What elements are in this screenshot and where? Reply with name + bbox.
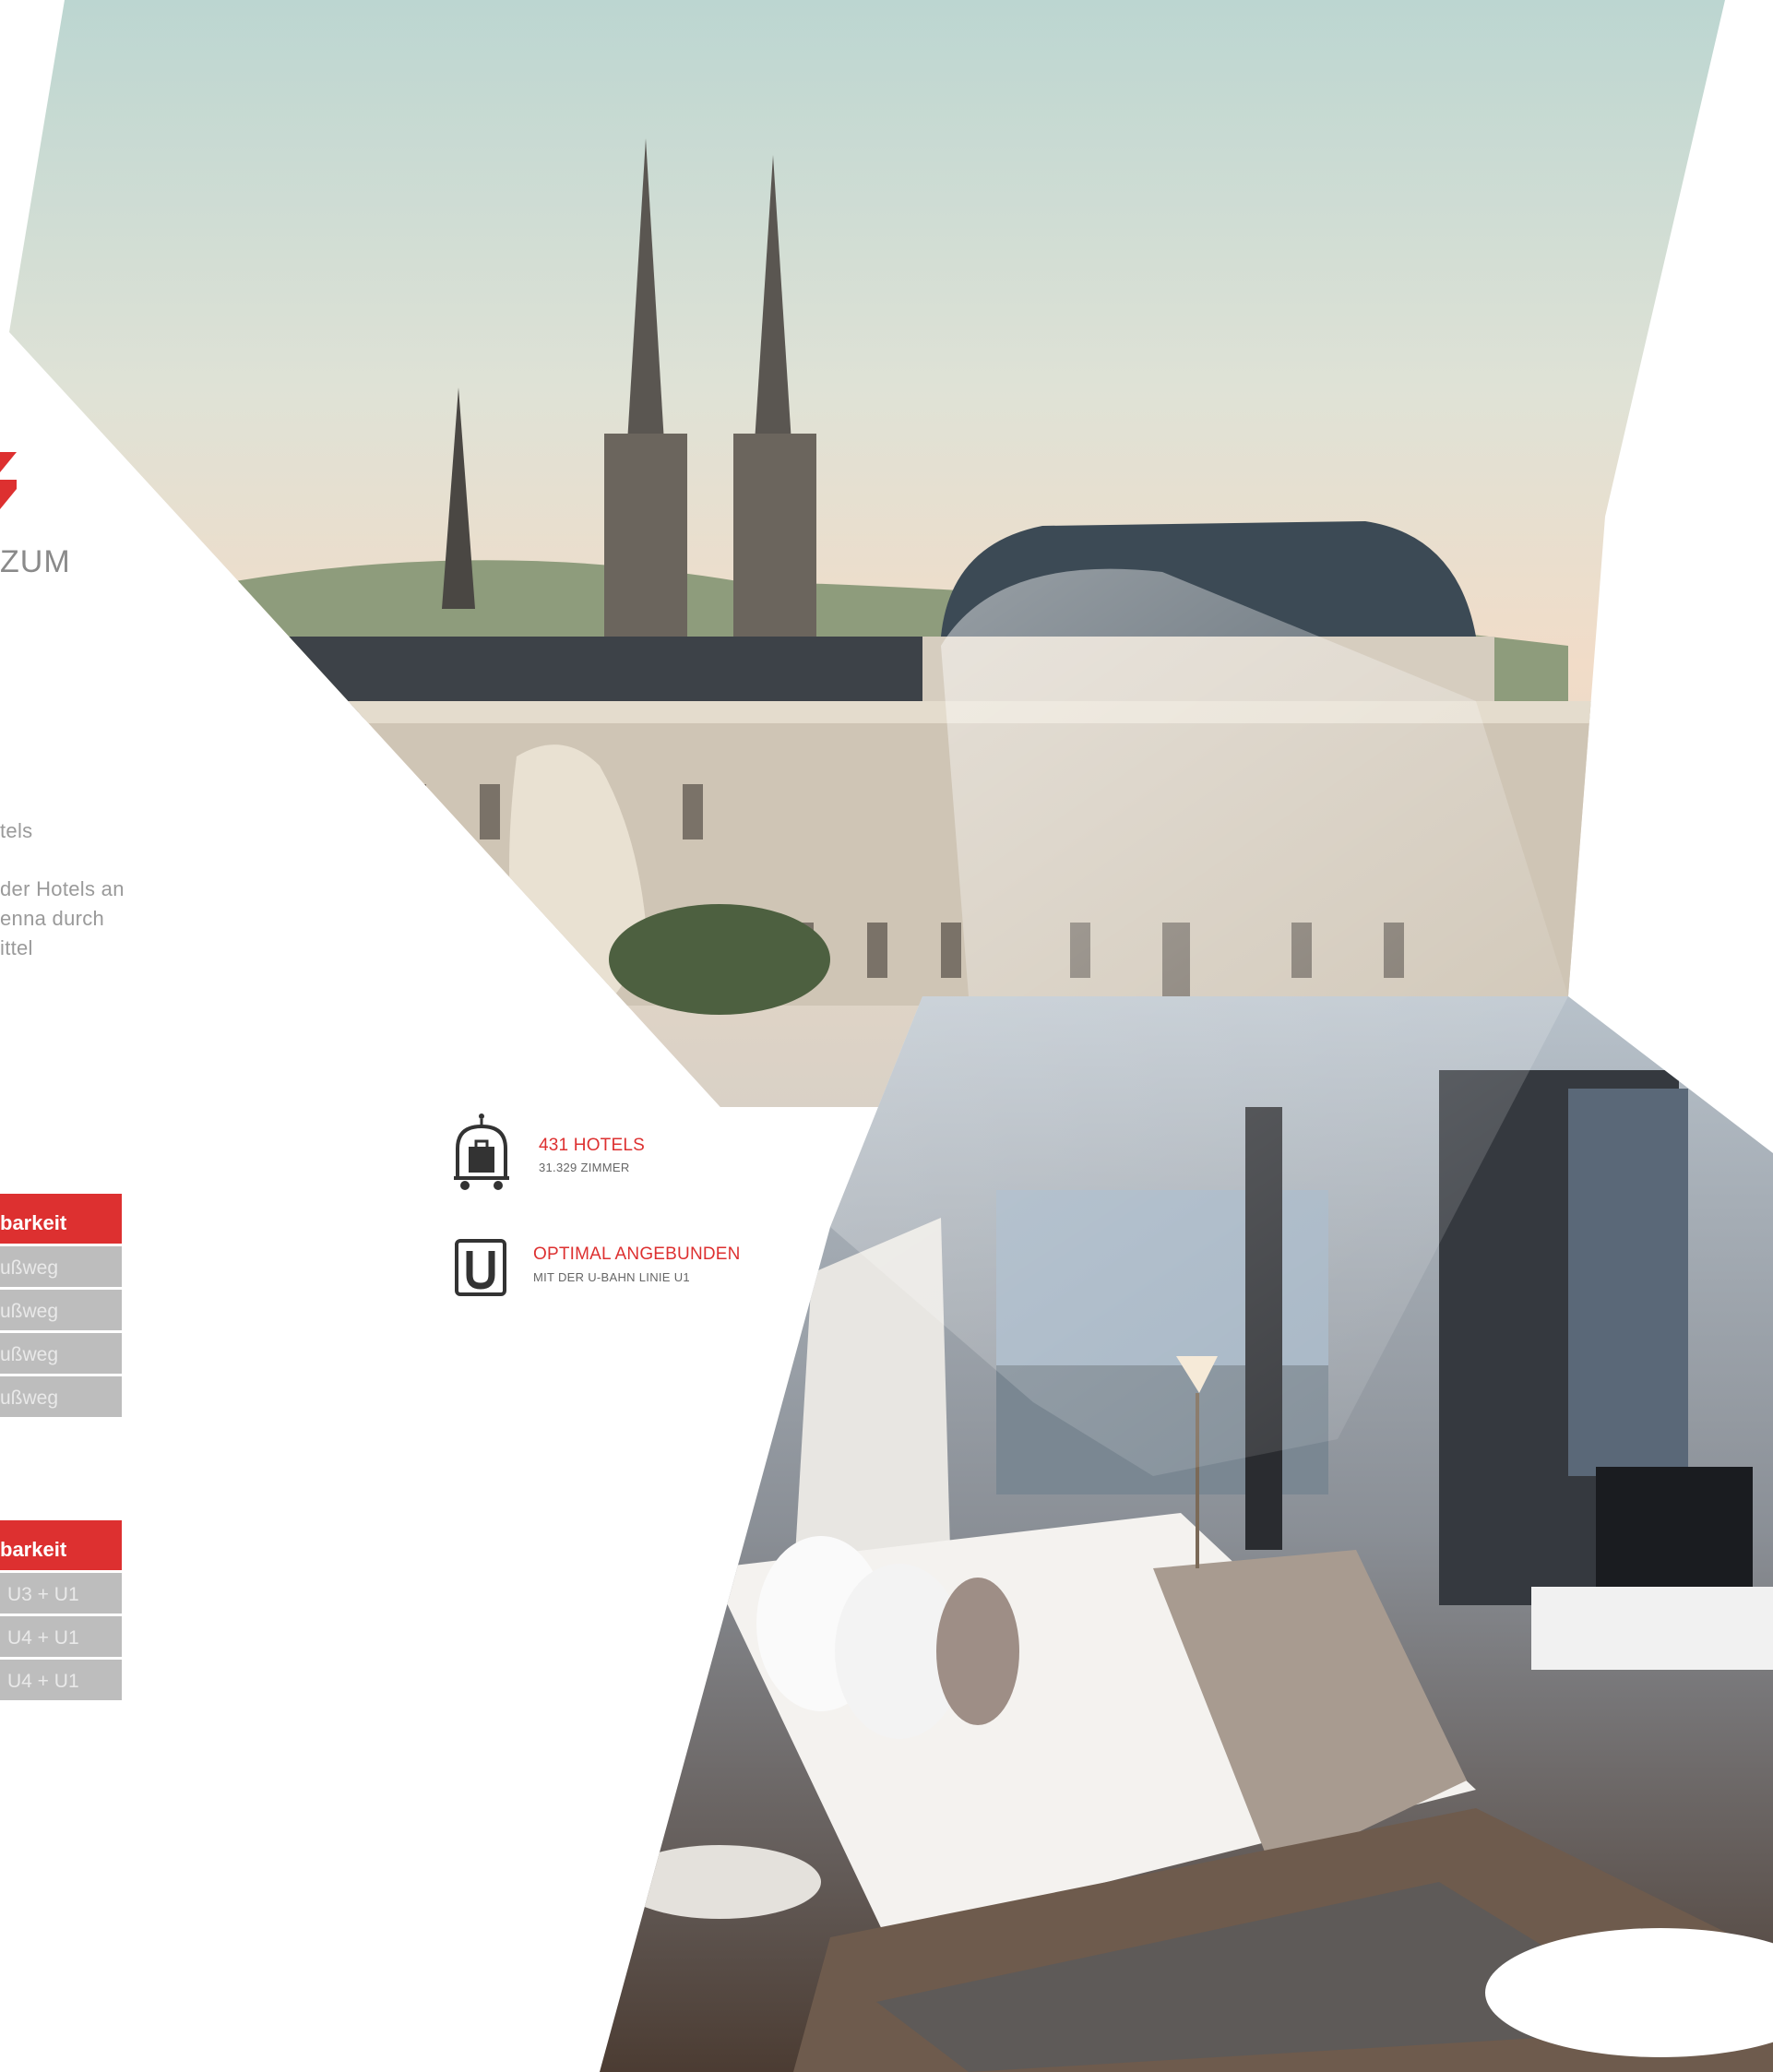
intro-line-4: ittel: [0, 936, 33, 959]
logo-mark-fragment: [0, 452, 17, 509]
table-row: ußweg: [0, 1290, 122, 1330]
table-row: U4 + U1: [0, 1660, 122, 1700]
table-row: ußweg: [0, 1333, 122, 1374]
vienna-skyline-photo: [9, 0, 1725, 1107]
connection-subtitle: MIT DER U-BAHN LINIE U1: [533, 1270, 690, 1284]
section-heading: ZUM: [0, 544, 71, 579]
intro-line-1: tels: [0, 819, 33, 842]
hotels-count: 431 HOTELS: [539, 1136, 645, 1155]
table-row: U3 + U1: [0, 1573, 122, 1614]
hotel-room-photo: [600, 996, 1773, 2072]
table-row: ußweg: [0, 1376, 122, 1417]
hotel-luggage-cart-icon: [454, 1113, 509, 1190]
transit-table: barkeit U3 + U1 U4 + U1 U4 + U1: [0, 1520, 122, 1700]
table-row: ußweg: [0, 1246, 122, 1287]
intro-line-3: enna durch: [0, 907, 105, 930]
walking-distance-table: barkeit ußweg ußweg ußweg ußweg: [0, 1194, 122, 1417]
table-row: U4 + U1: [0, 1616, 122, 1657]
photo-collage: [9, 0, 1773, 2072]
u-bahn-icon: [455, 1239, 506, 1296]
connection-title: OPTIMAL ANGEBUNDEN: [533, 1244, 741, 1264]
intro-line-2: der Hotels an: [0, 877, 125, 900]
rooms-count: 31.329 ZIMMER: [539, 1161, 630, 1174]
table-header: barkeit: [0, 1194, 122, 1244]
table-header: barkeit: [0, 1520, 122, 1570]
